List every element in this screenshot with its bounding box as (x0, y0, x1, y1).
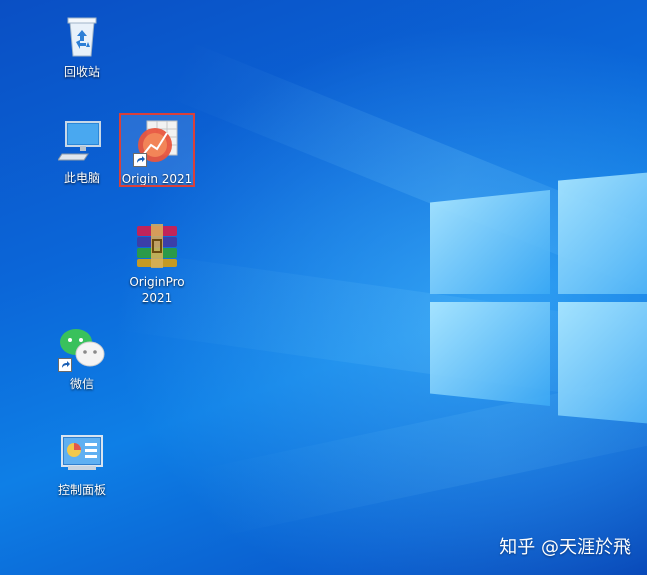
windows-logo-pane (558, 168, 647, 294)
shortcut-arrow-icon (58, 358, 72, 372)
desktop-icon-recycle-bin[interactable]: 回收站 (44, 12, 120, 80)
desktop-icon-origin-2021[interactable]: Origin 2021 (119, 113, 195, 187)
winrar-archive-icon (133, 222, 181, 270)
desktop-icon-label: 微信 (69, 377, 94, 391)
control-panel-icon (58, 430, 106, 478)
desktop-icon-label: 回收站 (63, 65, 100, 79)
desktop-icon-label: Origin 2021 (121, 172, 193, 186)
windows-logo (430, 168, 647, 448)
wechat-icon (58, 324, 106, 372)
desktop-wallpaper: 回收站 此电脑 Origin 2021 OriginPro 2021 微信 控制… (0, 0, 647, 575)
shortcut-arrow-icon (133, 153, 147, 167)
desktop-icon-this-pc[interactable]: 此电脑 (44, 118, 120, 186)
desktop-icon-originpro-2021[interactable]: OriginPro 2021 (119, 222, 195, 306)
origin-app-icon (133, 119, 181, 167)
windows-logo-pane (430, 190, 550, 294)
desktop-icon-label: OriginPro 2021 (129, 275, 185, 305)
recycle-bin-icon (58, 12, 106, 60)
watermark-text: 知乎 @天涯於飛 (499, 537, 631, 558)
desktop-icon-label: 此电脑 (63, 171, 100, 185)
windows-logo-pane (430, 302, 550, 406)
computer-icon (57, 118, 106, 166)
desktop-icon-label: 控制面板 (57, 483, 106, 497)
windows-logo-pane (558, 302, 647, 428)
desktop-icon-control-panel[interactable]: 控制面板 (44, 430, 120, 498)
desktop-icon-wechat[interactable]: 微信 (44, 324, 120, 392)
